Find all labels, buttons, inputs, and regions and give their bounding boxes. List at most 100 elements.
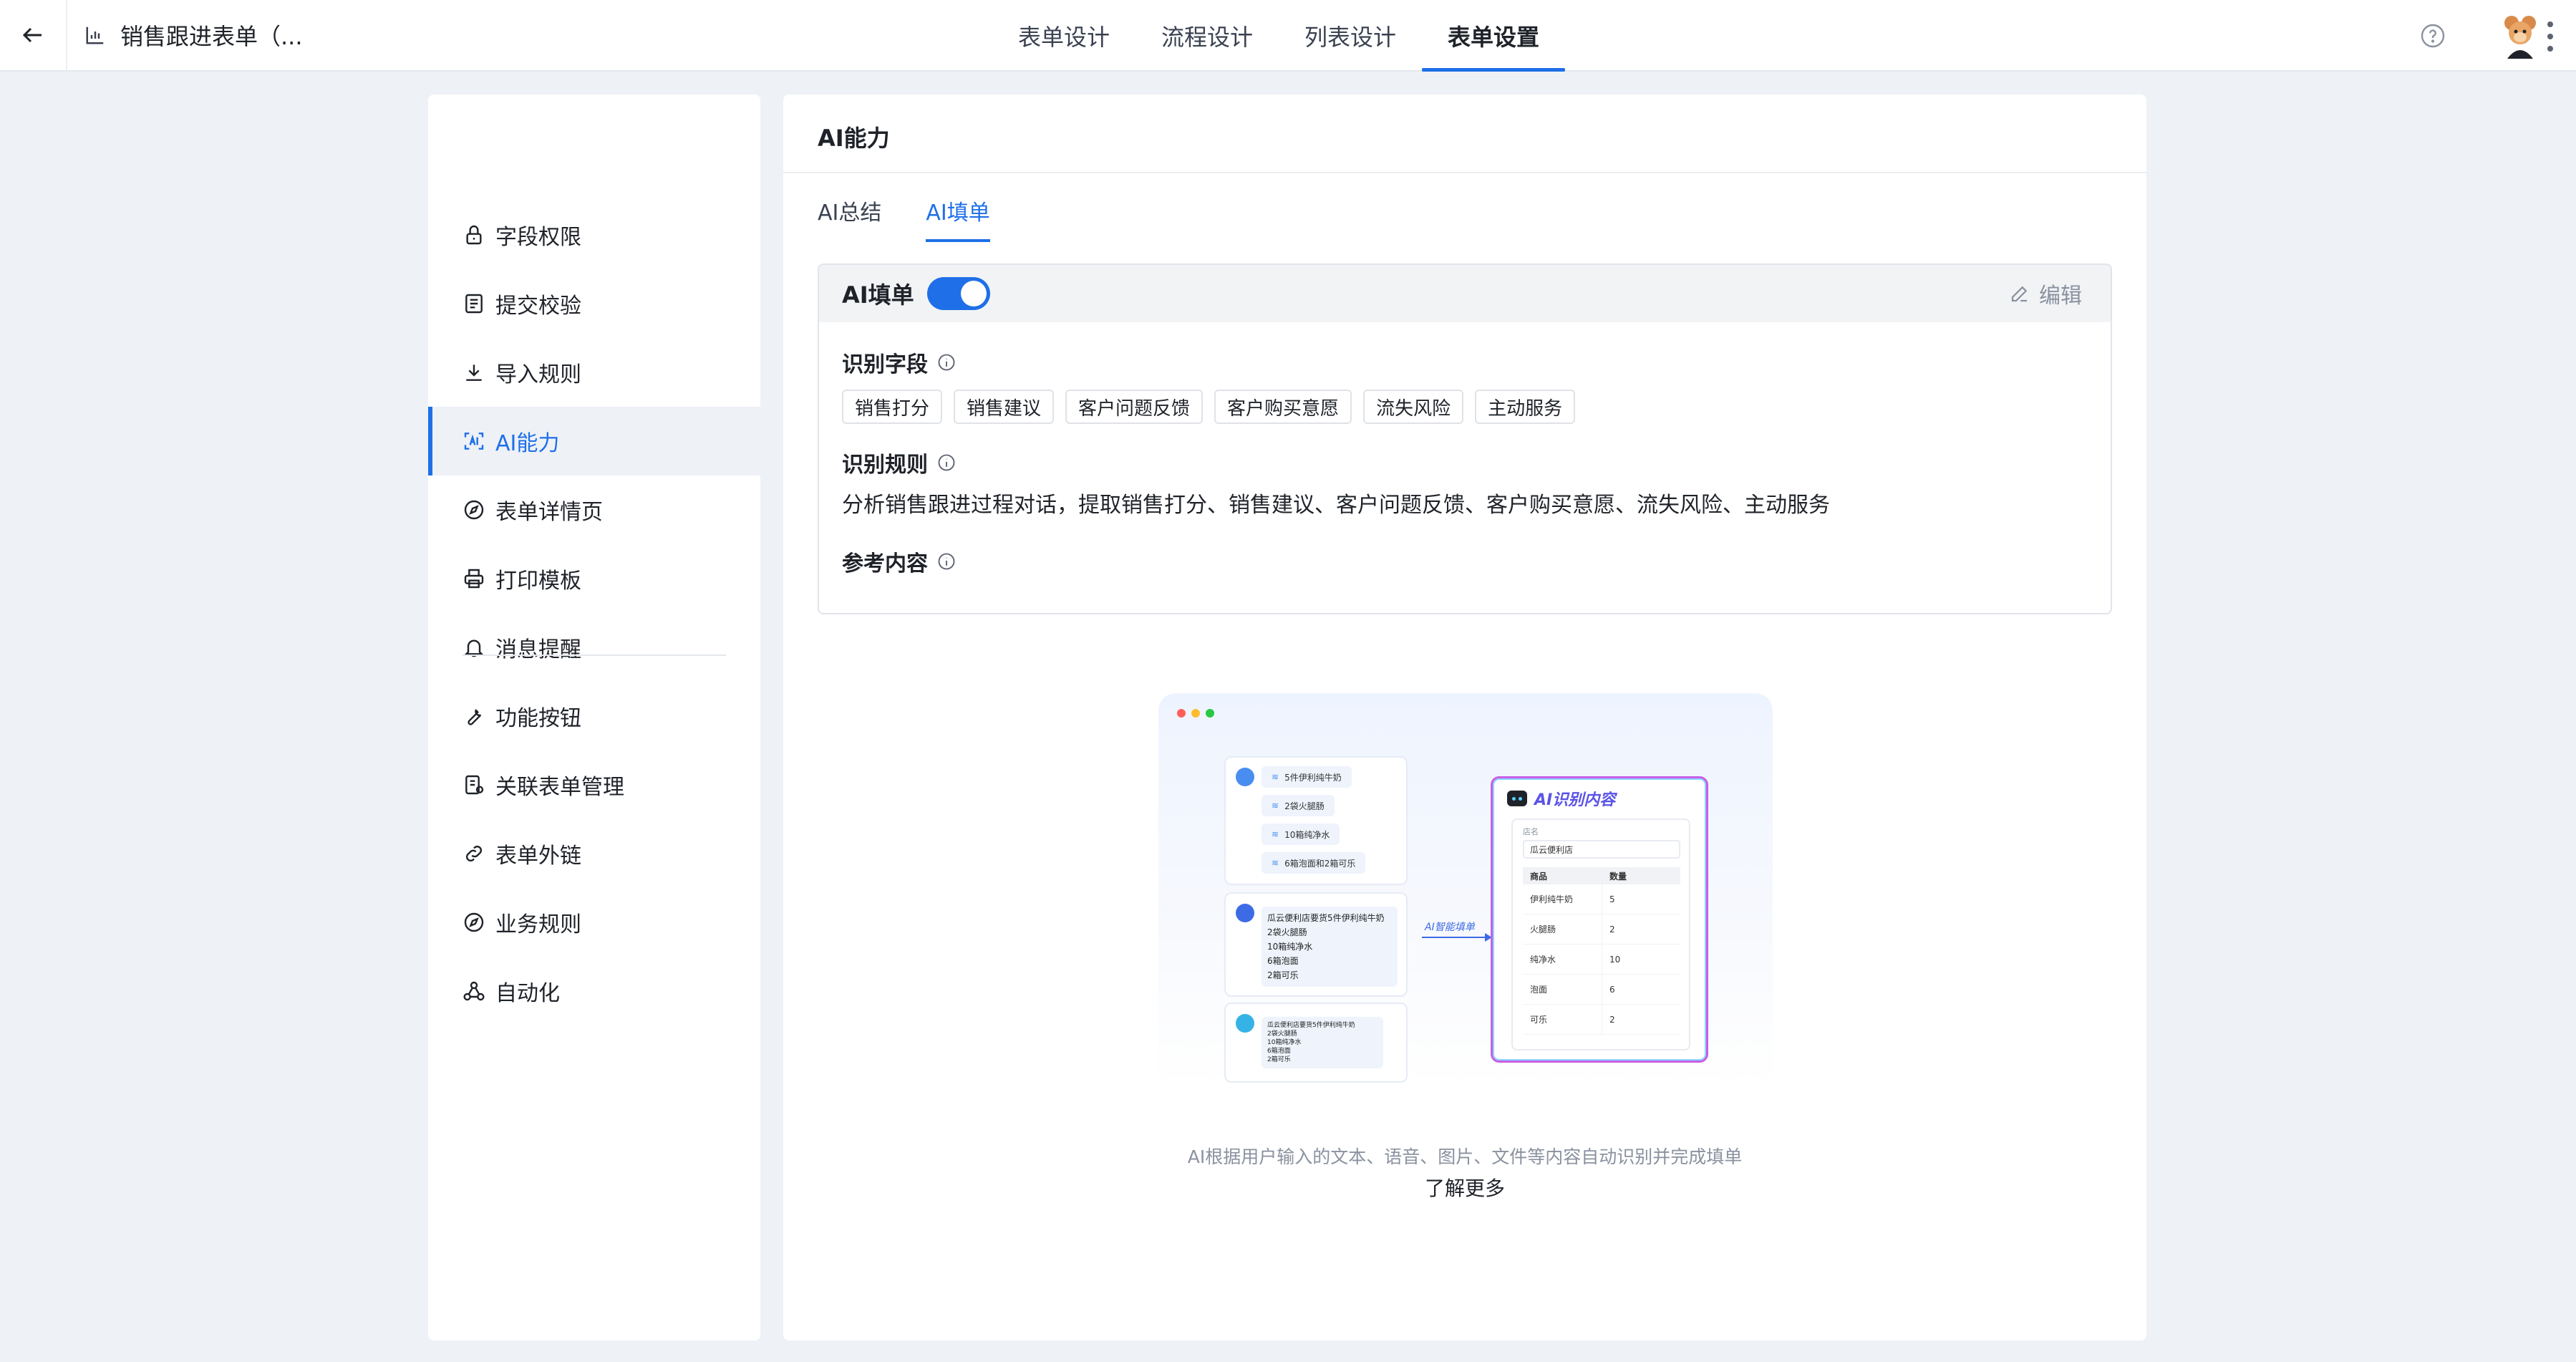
field-chip[interactable]: 主动服务	[1475, 390, 1576, 424]
sidebar-item-label: 提交校验	[495, 294, 581, 319]
text-avatar-icon	[1236, 904, 1254, 922]
settings-sidebar: 字段权限 提交校验 导入规则 AI能力 表单详情页 打印模板 消息提醒 功能按钮…	[428, 95, 760, 1341]
sidebar-divider	[463, 655, 726, 656]
sidebar-item-print-template[interactable]: 打印模板	[428, 544, 760, 613]
text-line: 10箱纯净水	[1267, 942, 1313, 952]
ai-fill-illustration: ≋ 5件伊利纯牛奶 ≋ 2袋火腿肠 ≋ 10箱纯净水 ≋ 6箱泡面和2箱可乐 瓜云便利店…	[1158, 693, 1773, 1087]
main-panel: AI能力 AI总结 AI填单 AI填单 编辑 识别字段 销售打分 销售建议 客户…	[783, 95, 2146, 1341]
arrow-left-icon	[22, 27, 42, 43]
window-dot-red	[1177, 709, 1186, 718]
table-row: 伊利纯牛奶 5	[1523, 884, 1680, 914]
table-cell: 2	[1602, 914, 1680, 944]
table-row: 纯净水 10	[1523, 945, 1680, 975]
title-divider	[783, 172, 2146, 173]
image-text-line: 10箱纯净水	[1267, 1039, 1302, 1046]
sound-wave-icon: ≋	[1272, 772, 1279, 782]
lock-icon	[466, 225, 482, 245]
reference-label: 参考内容	[842, 551, 928, 576]
sidebar-item-form-external-link[interactable]: 表单外链	[428, 819, 760, 888]
ai-result-table: 商品 数量 伊利纯牛奶 5 火腿肠 2 纯净水 10 泡面 6 可乐 2	[1523, 867, 1680, 1035]
download-icon	[466, 364, 482, 381]
field-chip[interactable]: 流失风险	[1363, 390, 1464, 424]
ai-fill-toggle[interactable]	[926, 277, 990, 310]
text-message: 瓜云便利店要货5件伊利纯牛奶 2袋火腿肠 10箱纯净水 6箱泡面 2箱可乐	[1262, 907, 1398, 987]
page: 销售跟进表单（... 表单设计 流程设计 列表设计 表单设置 字段权限 提交校验	[0, 0, 2576, 1362]
rules-section-label: 识别规则	[842, 447, 957, 478]
table-header-cell: 商品	[1530, 871, 1548, 882]
sidebar-item-message-reminder[interactable]: 消息提醒	[428, 613, 760, 682]
ai-result-form: 店名 瓜云便利店 商品 数量 伊利纯牛奶 5 火腿肠 2 纯净水 10 泡面 6…	[1511, 818, 1690, 1051]
rules-text: 分析销售跟进过程对话，提取销售打分、销售建议、客户问题反馈、客户购买意愿、流失风…	[842, 493, 1830, 518]
voice-avatar-icon	[1236, 768, 1254, 786]
card-title: AI填单	[842, 281, 914, 309]
checklist-icon	[465, 294, 483, 314]
tab-ai-summary[interactable]: AI总结	[818, 192, 881, 242]
field-chip[interactable]: 客户购买意愿	[1214, 390, 1352, 424]
edit-label: 编辑	[2039, 284, 2082, 309]
more-vertical-icon[interactable]	[2546, 21, 2555, 52]
rules-label: 识别规则	[842, 453, 928, 478]
sidebar-item-label: 字段权限	[495, 225, 581, 250]
app-title: 销售跟进表单（...	[120, 23, 303, 50]
voice-text: 2袋火腿肠	[1284, 801, 1325, 811]
learn-more-link[interactable]: 了解更多	[783, 1173, 2146, 1202]
table-cell: 5	[1602, 884, 1680, 914]
text-line: 6箱泡面	[1267, 956, 1299, 966]
text-line: 2袋火腿肠	[1267, 927, 1307, 937]
sidebar-item-linked-forms[interactable]: 关联表单管理	[428, 750, 760, 819]
store-label: 店名	[1523, 827, 1539, 836]
sidebar-item-import-rules[interactable]: 导入规则	[428, 338, 760, 407]
field-chip[interactable]: 销售建议	[954, 390, 1055, 424]
field-chip[interactable]: 销售打分	[842, 390, 943, 424]
image-avatar-icon	[1236, 1014, 1254, 1033]
ai-sub-tabs: AI总结 AI填单	[818, 192, 991, 242]
tab-form-settings[interactable]: 表单设置	[1422, 0, 1566, 72]
table-cell: 泡面	[1530, 985, 1548, 995]
compass-icon	[464, 912, 484, 932]
sidebar-item-business-rules[interactable]: 业务规则	[428, 888, 760, 957]
sidebar-item-ai-capability[interactable]: AI能力	[428, 407, 760, 475]
info-icon[interactable]	[936, 453, 957, 473]
sidebar-item-form-detail-page[interactable]: 表单详情页	[428, 475, 760, 544]
ai-result-title: AI识别内容	[1507, 787, 1615, 810]
feature-caption: AI根据用户输入的文本、语音、图片、文件等内容自动识别并完成填单	[1187, 1146, 1743, 1167]
sidebar-item-function-buttons[interactable]: 功能按钮	[428, 682, 760, 750]
table-cell: 6	[1602, 975, 1680, 1004]
back-button[interactable]	[0, 0, 67, 70]
card-header: AI填单 编辑	[819, 265, 2111, 322]
avatar[interactable]	[2499, 13, 2542, 59]
top-bar: 销售跟进表单（... 表单设计 流程设计 列表设计 表单设置	[0, 0, 2576, 72]
printer-icon	[464, 569, 484, 589]
help-icon[interactable]	[2420, 23, 2446, 49]
tab-ai-fill[interactable]: AI填单	[926, 192, 991, 242]
table-row: 可乐 2	[1523, 1005, 1680, 1035]
image-message-card: 瓜云便利店要货5件伊利纯牛奶 2袋火腿肠 10箱纯净水 6箱泡面 2箱可乐	[1224, 1003, 1408, 1083]
tab-list-design[interactable]: 列表设计	[1279, 0, 1422, 72]
tool-icon	[468, 709, 482, 725]
image-text-line: 2箱可乐	[1267, 1056, 1291, 1063]
tab-form-design[interactable]: 表单设计	[992, 0, 1136, 72]
sound-wave-icon: ≋	[1272, 858, 1279, 868]
sidebar-item-label: 消息提醒	[495, 637, 581, 662]
sidebar-item-label: 导入规则	[495, 362, 581, 387]
voice-message: ≋ 2袋火腿肠	[1262, 795, 1335, 816]
table-cell: 伊利纯牛奶	[1530, 894, 1574, 904]
info-icon[interactable]	[936, 551, 957, 571]
info-icon[interactable]	[936, 352, 957, 372]
sidebar-item-automation[interactable]: 自动化	[428, 957, 760, 1025]
toggle-knob	[960, 281, 987, 306]
table-cell: 火腿肠	[1530, 924, 1556, 934]
tab-flow-design[interactable]: 流程设计	[1136, 0, 1279, 72]
table-cell: 可乐	[1530, 1015, 1548, 1025]
table-row: 火腿肠 2	[1523, 914, 1680, 945]
store-field: 瓜云便利店	[1523, 840, 1680, 859]
field-chip[interactable]: 客户问题反馈	[1065, 390, 1204, 424]
voice-message: ≋ 5件伊利纯牛奶	[1262, 766, 1352, 788]
sidebar-item-submit-validation[interactable]: 提交校验	[428, 269, 760, 338]
sidebar-item-field-permissions[interactable]: 字段权限	[428, 201, 760, 269]
edit-button[interactable]: 编辑	[2009, 279, 2082, 309]
edit-icon	[2011, 286, 2028, 302]
bar-chart-icon	[86, 26, 104, 44]
table-header: 商品 数量	[1523, 867, 1680, 884]
table-cell: 2	[1602, 1005, 1680, 1034]
